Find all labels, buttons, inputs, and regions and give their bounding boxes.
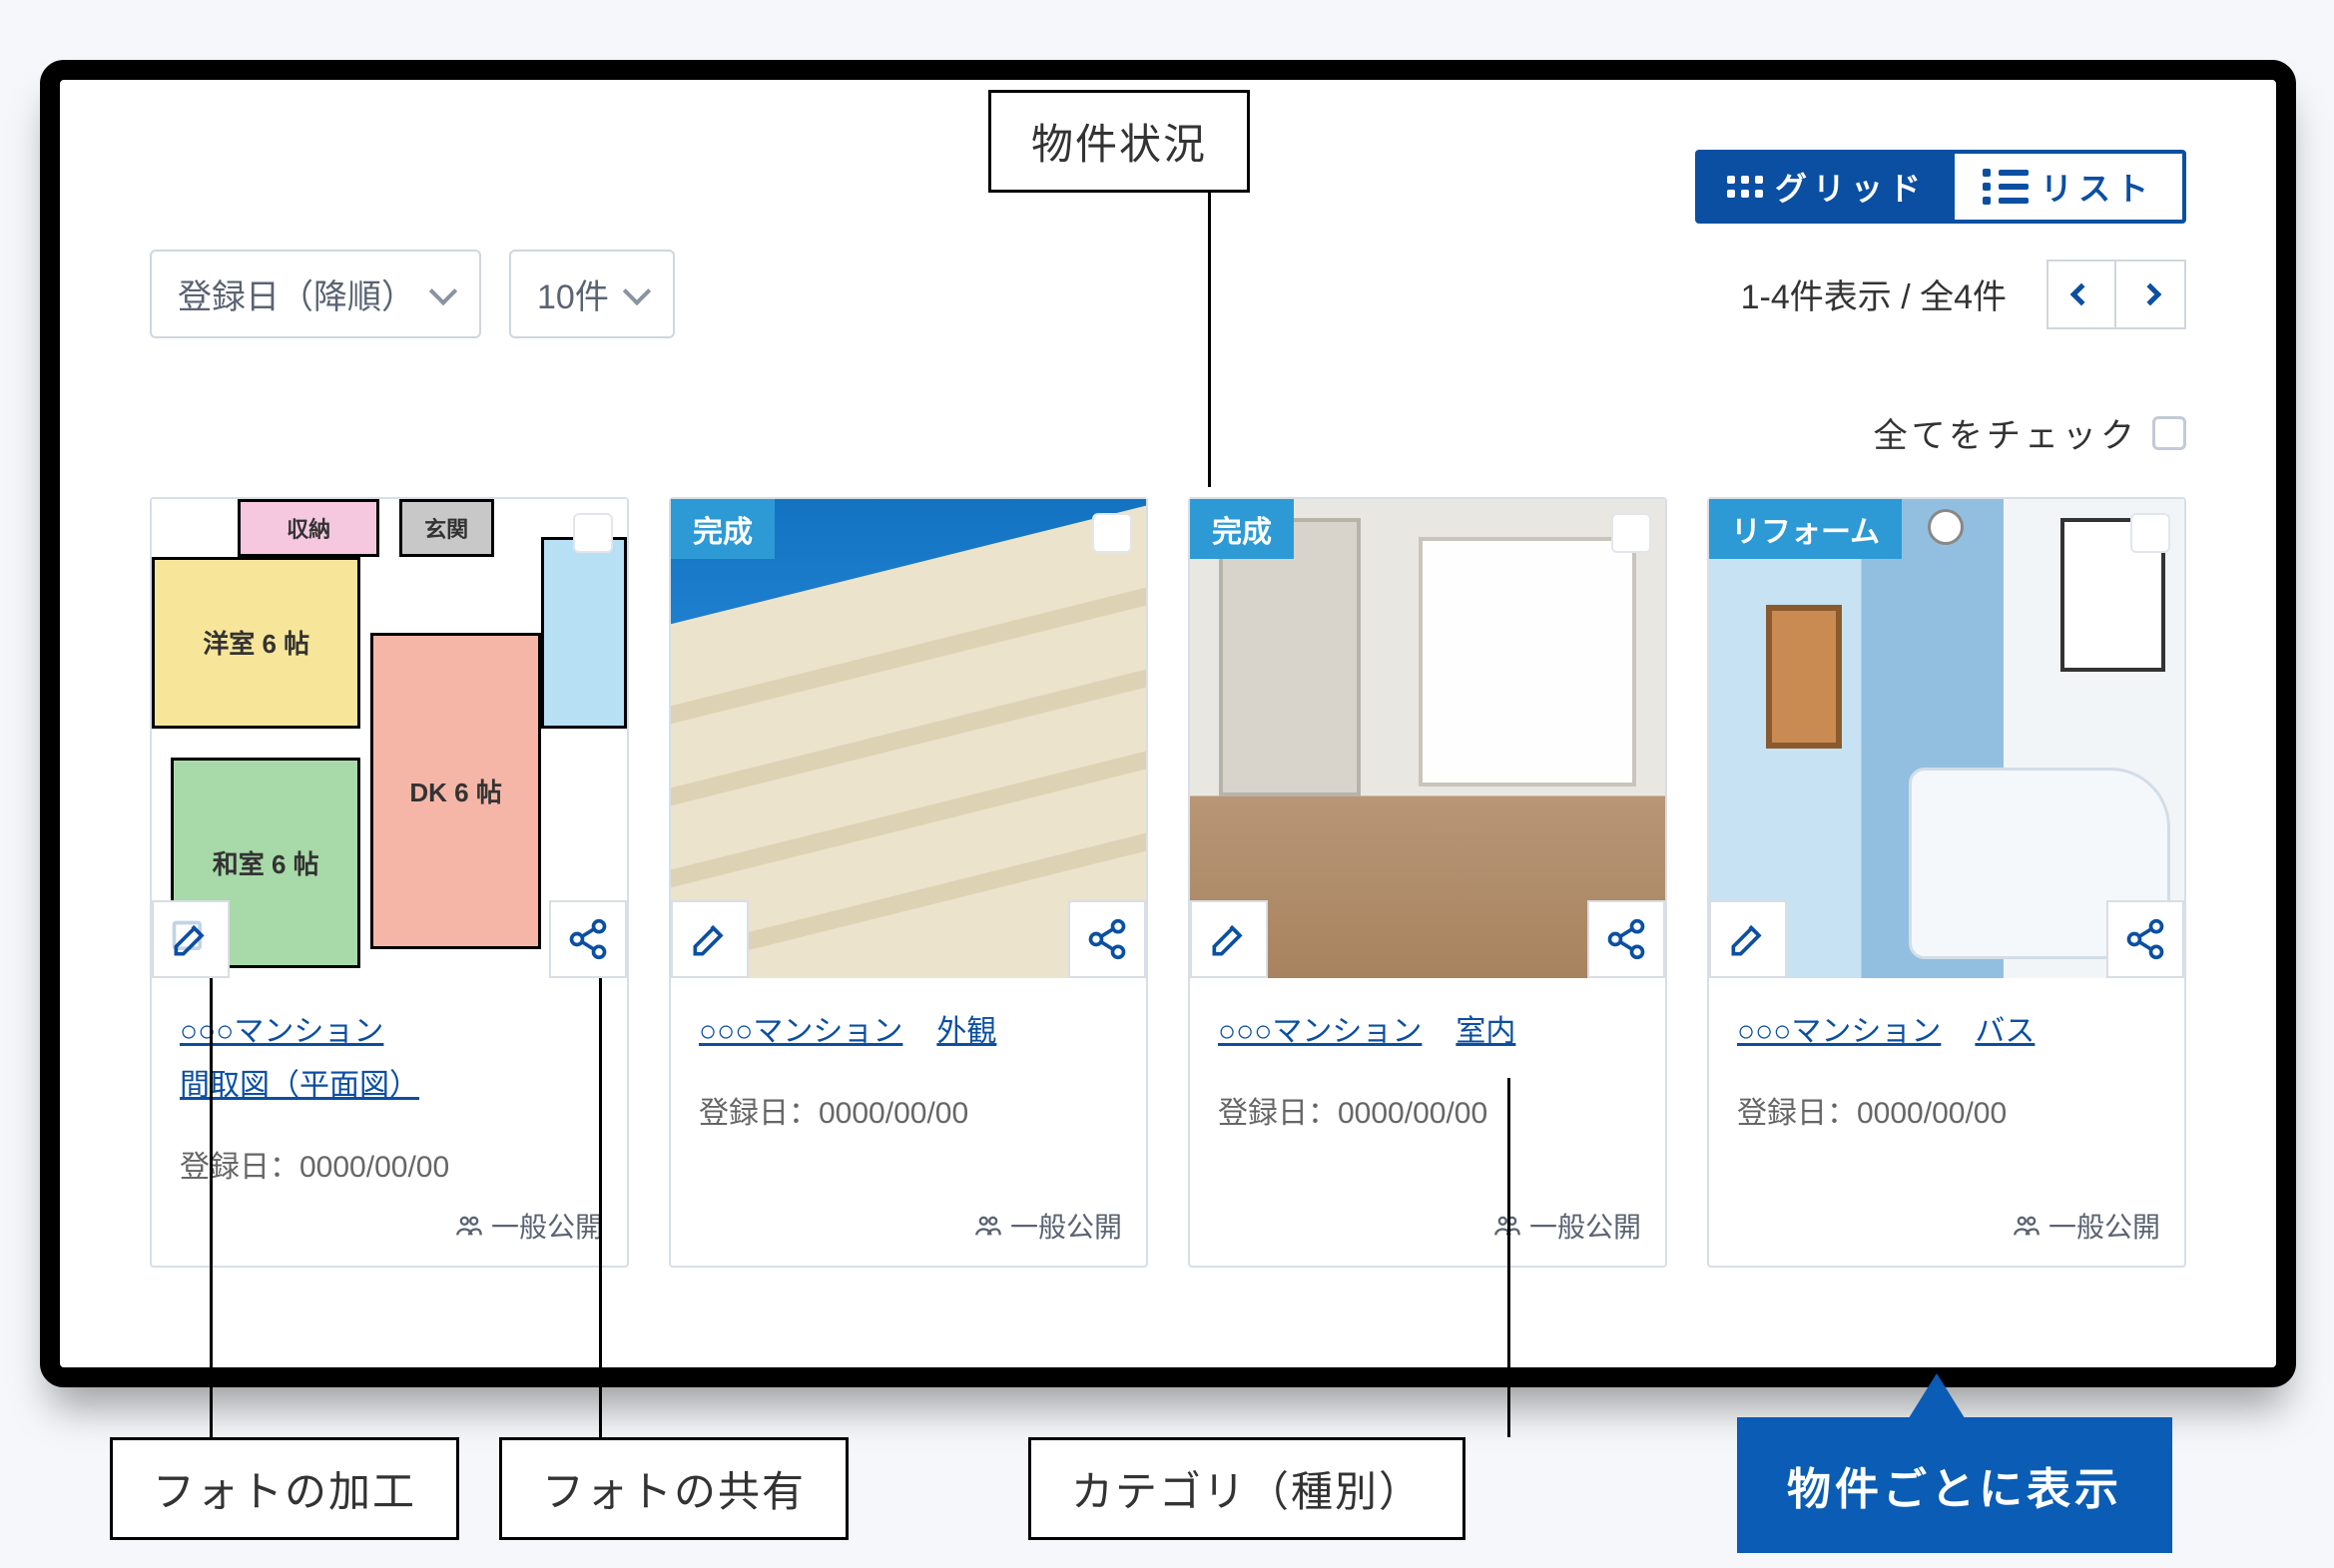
prev-page-button[interactable]: [2046, 260, 2116, 329]
card-checkbox[interactable]: [573, 513, 613, 553]
share-photo-button[interactable]: [2106, 900, 2184, 978]
status-badge: 完成: [1190, 499, 1294, 559]
registration-date: 0000/00/00: [819, 1097, 968, 1130]
photo-card: 完成 ○○○マンション 室内: [1188, 497, 1667, 1268]
share-icon: [1085, 917, 1129, 961]
app-window: グリッド リスト 登録日（降順） 10件: [40, 60, 2296, 1387]
floorplan-room-label: 洋室 6 帖: [152, 557, 360, 730]
edit-icon: [688, 917, 732, 961]
property-name-link[interactable]: ○○○マンション: [699, 1006, 902, 1050]
photo-card: 収納 玄関 洋室 6 帖 DK 6 帖 和室 6 帖: [150, 497, 629, 1268]
edit-icon: [1726, 917, 1770, 961]
share-photo-button[interactable]: [1068, 900, 1146, 978]
registration-date: 0000/00/00: [1857, 1097, 2007, 1130]
date-label-prefix: 登録日：: [1218, 1097, 1338, 1130]
list-view-button[interactable]: リスト: [1955, 154, 2182, 220]
next-page-button[interactable]: [2116, 260, 2186, 329]
grid-icon: [1727, 176, 1763, 198]
grid-view-button[interactable]: グリッド: [1699, 154, 1955, 220]
people-icon: [2013, 1212, 2041, 1240]
toolbar: 登録日（降順） 10件 1-4件表示 / 全4件: [150, 250, 2186, 338]
view-toggle: グリッド リスト: [1695, 150, 2186, 224]
check-all-label: 全てをチェック: [1874, 408, 2138, 457]
status-badge: 完成: [671, 499, 775, 559]
edit-photo-button[interactable]: [1709, 900, 1787, 978]
annotation-category: カテゴリ（種別）: [1028, 1437, 1465, 1540]
page-size-label: 10件: [537, 269, 609, 318]
share-icon: [566, 917, 610, 961]
date-label-prefix: 登録日：: [1737, 1097, 1857, 1130]
thumbnail-wrap: 完成: [1190, 499, 1665, 978]
registration-date: 0000/00/00: [1338, 1097, 1487, 1130]
check-all-checkbox[interactable]: [2152, 416, 2186, 450]
property-name-link[interactable]: ○○○マンション: [1737, 1006, 1941, 1050]
registration-date: 0000/00/00: [299, 1151, 449, 1184]
list-view-label: リスト: [2041, 164, 2154, 210]
annotation-edit-photo: フォトの加工: [110, 1437, 459, 1540]
edit-photo-button[interactable]: [1190, 900, 1268, 978]
floorplan-room-label: 玄関: [399, 499, 494, 557]
annotation-status: 物件状況: [988, 90, 1250, 193]
chevron-left-icon: [2070, 282, 2093, 305]
share-icon: [2123, 917, 2167, 961]
card-checkbox[interactable]: [1611, 513, 1651, 553]
pager: [2046, 260, 2186, 329]
people-icon: [974, 1212, 1002, 1240]
list-icon: [1983, 169, 2029, 205]
thumbnail-wrap: 収納 玄関 洋室 6 帖 DK 6 帖 和室 6 帖: [152, 499, 627, 978]
date-label-prefix: 登録日：: [699, 1097, 819, 1130]
annotation-line: [1507, 1078, 1510, 1437]
grid-view-label: グリッド: [1775, 164, 1927, 210]
share-photo-button[interactable]: [549, 900, 627, 978]
annotation-per-property: 物件ごとに表示: [1737, 1417, 2172, 1553]
chevron-down-icon: [623, 276, 651, 304]
annotation-share-photo: フォトの共有: [499, 1437, 849, 1540]
annotation-line: [210, 978, 213, 1437]
thumbnail-wrap: 完成: [671, 499, 1146, 978]
result-count: 1-4件表示 / 全4件: [1741, 269, 2007, 318]
visibility-label: 一般公開: [491, 1206, 603, 1246]
edit-photo-button[interactable]: [152, 900, 230, 978]
edit-photo-button[interactable]: [671, 900, 749, 978]
visibility-label: 一般公開: [1529, 1206, 1641, 1246]
sort-select[interactable]: 登録日（降順）: [150, 250, 481, 338]
chevron-right-icon: [2139, 282, 2162, 305]
photo-card: 完成 ○○○マンション 外観: [669, 497, 1148, 1268]
thumbnail-wrap: リフォーム: [1709, 499, 2184, 978]
annotation-line: [1208, 178, 1211, 487]
annotation-line: [599, 978, 602, 1437]
property-name-link[interactable]: ○○○マンション: [1218, 1006, 1422, 1050]
date-label-prefix: 登録日：: [180, 1151, 299, 1184]
category-link[interactable]: バス: [1975, 1006, 2035, 1050]
card-checkbox[interactable]: [2130, 513, 2170, 553]
edit-icon: [169, 917, 213, 961]
people-icon: [455, 1212, 483, 1240]
card-checkbox[interactable]: [1092, 513, 1132, 553]
page-size-select[interactable]: 10件: [509, 250, 675, 338]
card-grid: 収納 玄関 洋室 6 帖 DK 6 帖 和室 6 帖: [150, 497, 2186, 1268]
edit-icon: [1207, 917, 1251, 961]
category-link[interactable]: 外観: [936, 1006, 996, 1050]
floorplan-room-label: 収納: [238, 499, 380, 557]
share-icon: [1604, 917, 1648, 961]
check-all-row: 全てをチェック: [150, 408, 2186, 457]
photo-card: リフォーム ○○○マンション バス: [1707, 497, 2186, 1268]
category-link[interactable]: 室内: [1456, 1006, 1515, 1050]
chevron-down-icon: [429, 276, 457, 304]
share-photo-button[interactable]: [1587, 900, 1665, 978]
status-badge: リフォーム: [1709, 499, 1902, 559]
visibility-label: 一般公開: [2048, 1206, 2160, 1246]
visibility-label: 一般公開: [1010, 1206, 1122, 1246]
category-link[interactable]: 間取図（平面図）: [180, 1060, 419, 1104]
sort-label: 登録日（降順）: [178, 269, 415, 318]
